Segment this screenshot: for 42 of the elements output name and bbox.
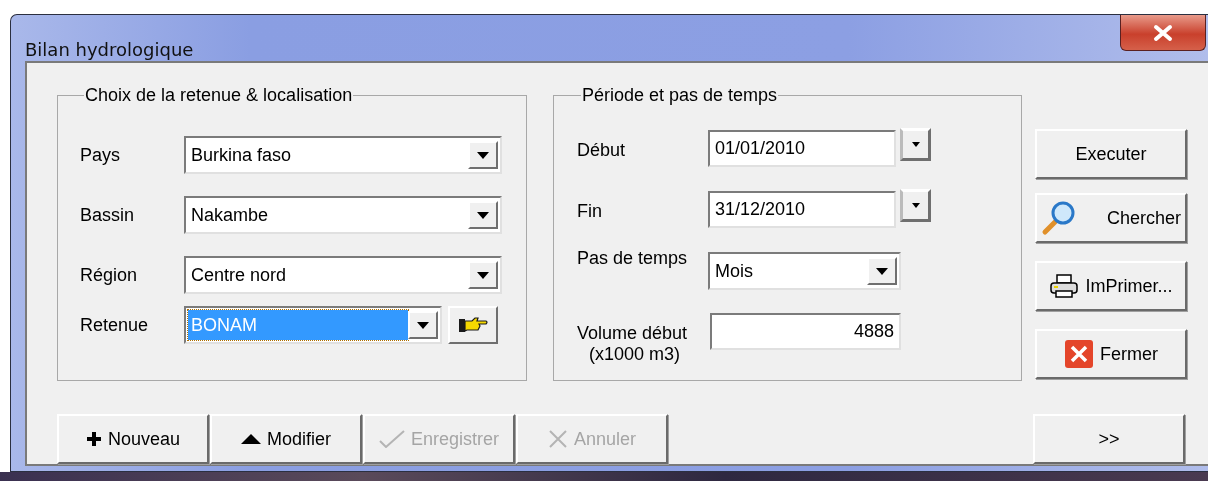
checkmark-icon [379, 430, 405, 448]
field-label: Bassin [80, 204, 136, 226]
dropdown-field[interactable]: Nakambe [184, 196, 502, 234]
search-icon [1041, 200, 1077, 236]
dropdown-field[interactable]: Mois [708, 252, 901, 290]
dropdown-field[interactable]: Centre nord [184, 256, 502, 294]
more-button[interactable]: >> [1033, 414, 1185, 464]
toolbar-button[interactable]: Nouveau [57, 414, 209, 464]
number-field[interactable]: 4888 [710, 313, 901, 350]
toolbar-button[interactable]: Modifier [210, 414, 362, 464]
close-icon [1152, 23, 1174, 42]
field-label: Pas de temps [577, 248, 689, 269]
group-title: Période et pas de temps [581, 85, 779, 106]
action-button[interactable]: ImPrimer... [1035, 261, 1187, 311]
action-button[interactable]: Executer [1035, 129, 1187, 179]
pointing-hand-button[interactable] [448, 306, 498, 344]
field-label: Retenue [80, 314, 150, 336]
date-field[interactable]: 31/12/2010 [708, 191, 896, 228]
date-field[interactable]: 01/01/2010 [708, 130, 896, 167]
field-value: Mois [714, 260, 754, 283]
window-title: Bilan hydrologique [25, 39, 194, 60]
unit-label: (x1000 m3) [589, 344, 681, 365]
dropdown-field[interactable]: Burkina faso [184, 136, 502, 174]
field-value: Nakambe [190, 204, 270, 227]
cross-icon [547, 429, 568, 449]
field-label: Fin [577, 200, 603, 222]
action-button[interactable]: Chercher [1035, 193, 1187, 243]
close-icon [1064, 339, 1094, 369]
field-value: Burkina faso [190, 144, 293, 167]
field-label: Région [80, 264, 139, 286]
printer-icon [1049, 274, 1080, 298]
field-label: Début [577, 139, 627, 161]
field-value: BONAM [188, 310, 408, 340]
pointing-hand-icon [458, 316, 488, 334]
close-button[interactable] [1120, 15, 1206, 51]
field-label: Volume début [577, 323, 688, 344]
plus-icon [85, 431, 102, 447]
field-value: Centre nord [190, 264, 288, 287]
field-label: Pays [80, 144, 122, 166]
action-button[interactable]: Fermer [1035, 329, 1187, 379]
group-title: Choix de la retenue & localisation [84, 85, 354, 106]
triangle-up-icon [241, 433, 261, 445]
